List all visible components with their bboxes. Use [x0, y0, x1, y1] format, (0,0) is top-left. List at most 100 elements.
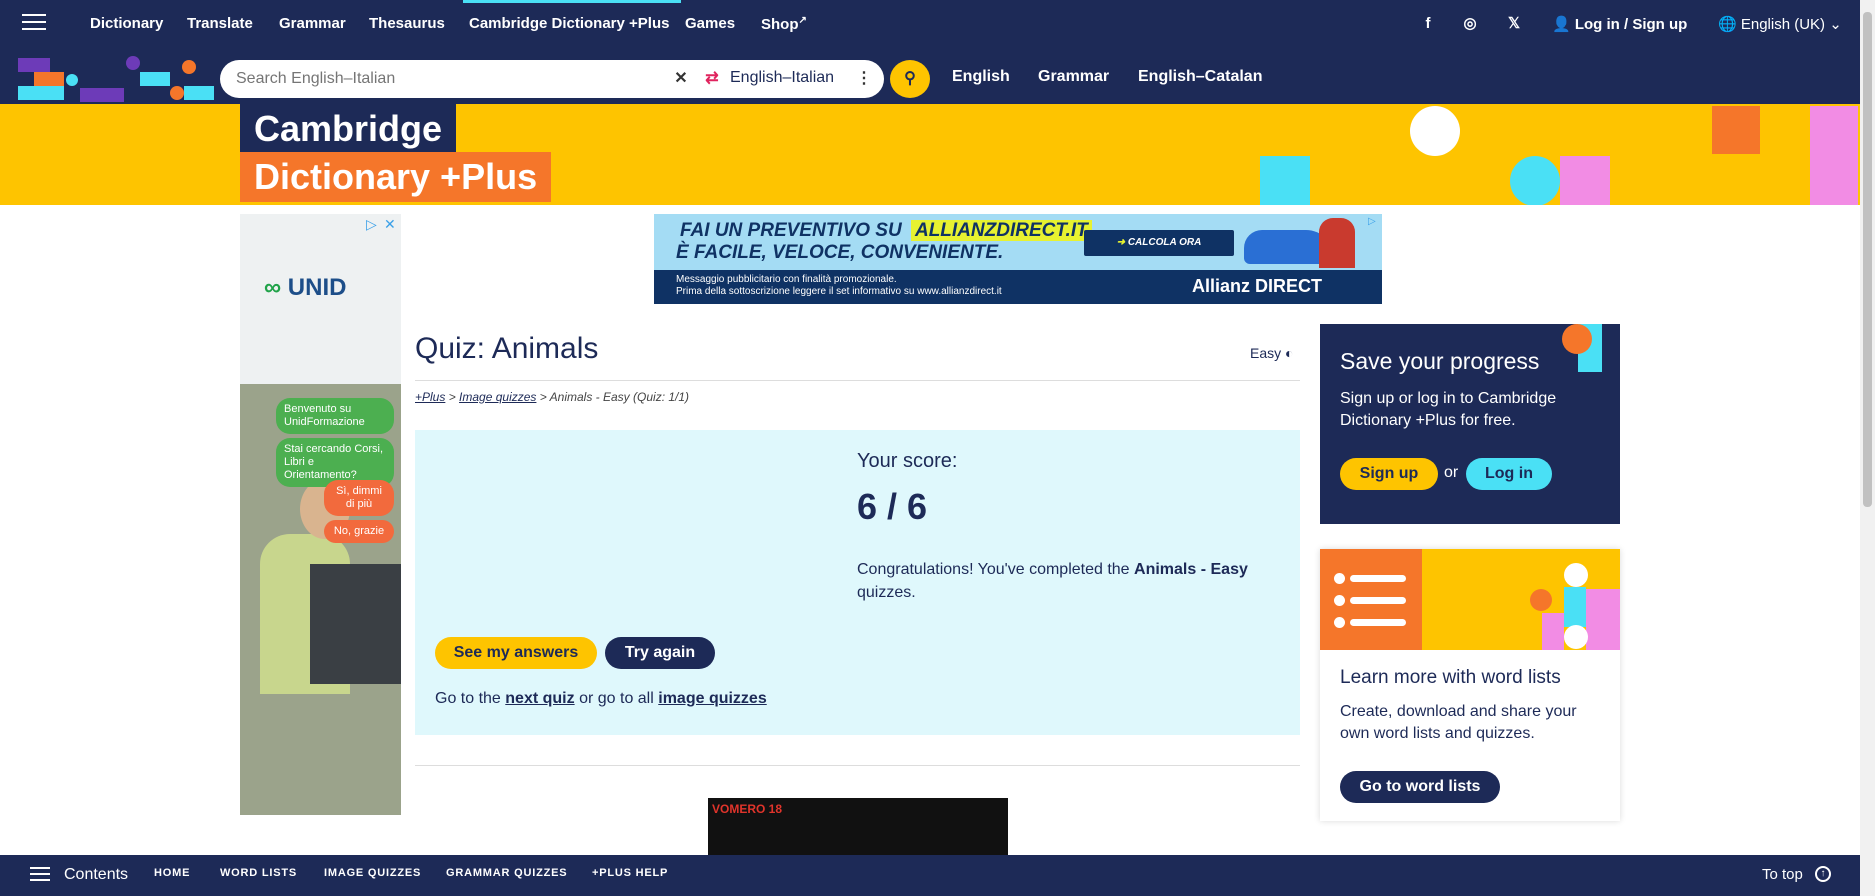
ad-disclaimer-line: Prima della sottoscrizione leggere il se… — [676, 286, 1002, 297]
score-value: 6 / 6 — [857, 486, 928, 527]
page-banner: Cambridge Dictionary +Plus — [0, 104, 1860, 205]
x-twitter-icon[interactable]: 𝕏 — [1504, 14, 1524, 34]
external-link-icon: ↗ — [798, 15, 807, 26]
decorative-square — [1260, 156, 1310, 205]
ad-subline: È FACILE, VELOCE, CONVENIENTE. — [676, 242, 1004, 263]
ad-headline: FAI UN PREVENTIVO SU ALLIANZDIRECT.IT — [676, 220, 1092, 242]
breadcrumb-current: > Animals - Easy (Quiz: 1/1) — [539, 390, 690, 404]
goto-text: Go to the — [435, 690, 501, 707]
word-lists-card: Learn more with word lists Create, downl… — [1320, 549, 1620, 821]
ad-brand: Allianz DIRECT — [1192, 276, 1323, 296]
contents-link[interactable]: Contents — [64, 866, 128, 884]
decorative-square — [1560, 156, 1610, 205]
ad-headline-text: FAI UN PREVENTIVO SU — [680, 220, 902, 241]
breadcrumb-plus[interactable]: +Plus — [415, 390, 445, 404]
scrollbar[interactable] — [1860, 0, 1875, 896]
breadcrumb-image-quizzes[interactable]: Image quizzes — [459, 390, 536, 404]
bottom-nav-home[interactable]: HOME — [154, 867, 190, 879]
save-progress-title: Save your progress — [1340, 348, 1540, 374]
bottom-nav-plus-help[interactable]: +PLUS HELP — [592, 867, 668, 879]
chevron-down-icon: ⌄ — [1825, 16, 1842, 33]
facebook-icon[interactable]: f — [1418, 14, 1438, 34]
decorative-square — [1810, 106, 1858, 205]
difficulty-level: Easy ◐ — [1250, 345, 1293, 361]
congrats-text-end: quizzes. — [857, 584, 916, 601]
word-list-icon — [1320, 549, 1422, 650]
nav-grammar[interactable]: Grammar — [279, 15, 346, 32]
language-label: English (UK) — [1740, 16, 1826, 33]
search-box: ✕ ⇄ English–Italian ⋮ — [220, 60, 884, 98]
divider — [415, 380, 1300, 381]
banner-title-line1: Cambridge — [240, 104, 457, 152]
ad-brand-name: UNID — [287, 274, 347, 301]
word-lists-title: Learn more with word lists — [1340, 667, 1561, 688]
swap-languages-icon[interactable]: ⇄ — [702, 68, 722, 90]
search-icon[interactable]: ⚲ — [890, 60, 930, 98]
ad-chat-option-yes[interactable]: Sì, dimmi di più — [324, 480, 394, 516]
instagram-icon[interactable]: ◎ — [1460, 14, 1480, 34]
nav-dictionary-plus[interactable]: Cambridge Dictionary +Plus — [462, 0, 682, 32]
see-my-answers-button[interactable]: See my answers — [435, 637, 597, 669]
ad-disclaimer: Messaggio pubblicitario con finalità pro… — [676, 274, 1002, 298]
ad-cta-label: CALCOLA ORA — [1127, 237, 1202, 248]
left-advertisement[interactable]: ▷ ✕ ∞ UNID Benvenuto su UnidFormazione S… — [240, 214, 401, 815]
sign-up-button[interactable]: Sign up — [1340, 458, 1438, 490]
ad-info-icon[interactable]: ▷ — [366, 216, 377, 233]
ad-bottom-text: VOMERO 18 — [712, 802, 783, 816]
menu-icon[interactable] — [22, 14, 46, 34]
decorative-square — [1712, 106, 1760, 154]
quiz-result-panel: Your score: 6 / 6 Congratulations! You'v… — [415, 430, 1300, 735]
quick-link-grammar[interactable]: Grammar — [1038, 68, 1109, 86]
to-top-link[interactable]: To top — [1762, 866, 1803, 883]
divider — [415, 765, 1300, 766]
quick-link-english[interactable]: English — [952, 68, 1010, 86]
log-in-button[interactable]: Log in — [1466, 458, 1552, 490]
try-again-button[interactable]: Try again — [605, 637, 715, 669]
ad-brand-logo: ∞ UNID — [264, 274, 346, 302]
decorative-circle — [1562, 324, 1592, 354]
top-navbar: Dictionary Translate Grammar Thesaurus C… — [0, 0, 1860, 52]
ad-chat-bubble: Benvenuto su UnidFormazione — [276, 398, 394, 434]
bottom-nav-image-quizzes[interactable]: IMAGE QUIZZES — [324, 867, 421, 879]
all-image-quizzes-link[interactable]: image quizzes — [658, 690, 766, 707]
dictionary-selector[interactable]: English–Italian — [730, 69, 834, 87]
contents-menu-icon[interactable] — [30, 867, 50, 885]
more-options-icon[interactable]: ⋮ — [856, 68, 872, 88]
congrats-text: Congratulations! You've completed the — [857, 561, 1130, 578]
nav-games[interactable]: Games — [685, 15, 735, 32]
ad-disclaimer-line: Messaggio pubblicitario con finalità pro… — [676, 274, 897, 285]
ad-chat-option-no[interactable]: No, grazie — [324, 520, 394, 543]
contrast-icon: ◐ — [1285, 345, 1294, 361]
ad-info-icon[interactable]: ▷ — [1368, 216, 1376, 227]
scrollbar-thumb[interactable] — [1863, 12, 1872, 507]
bottom-nav-word-lists[interactable]: WORD LISTS — [220, 867, 297, 879]
language-selector[interactable]: 🌐 English (UK) ⌄ — [1718, 15, 1842, 33]
clear-icon[interactable]: ✕ — [670, 67, 692, 91]
congratulations-text: Congratulations! You've completed the An… — [857, 558, 1277, 604]
bottom-nav-grammar-quizzes[interactable]: GRAMMAR QUIZZES — [446, 867, 567, 879]
login-signup-link[interactable]: 👤 Log in / Sign up — [1552, 15, 1687, 33]
ad-headline-brand: ALLIANZDIRECT.IT — [910, 220, 1092, 241]
breadcrumb: +Plus > Image quizzes > Animals - Easy (… — [415, 390, 690, 404]
quick-link-english-catalan[interactable]: English–Catalan — [1138, 68, 1262, 86]
ad-cta-button[interactable]: ➜ CALCOLA ORA — [1084, 230, 1234, 256]
difficulty-label: Easy — [1250, 345, 1282, 361]
arrow-up-icon[interactable]: ↑ — [1815, 866, 1831, 882]
page-title: Quiz: Animals — [415, 332, 599, 365]
nav-shop-label: Shop — [761, 16, 799, 33]
goto-text-mid: or go to all — [579, 690, 654, 707]
go-to-word-lists-button[interactable]: Go to word lists — [1340, 771, 1500, 803]
nav-dictionary[interactable]: Dictionary — [90, 15, 163, 32]
nav-thesaurus[interactable]: Thesaurus — [369, 15, 445, 32]
decorative-circle — [1510, 156, 1560, 205]
next-quiz-link[interactable]: next quiz — [505, 690, 574, 707]
search-input[interactable] — [236, 68, 676, 90]
word-lists-text: Create, download and share your own word… — [1340, 703, 1577, 742]
unid-logo-icon: ∞ — [264, 274, 282, 301]
save-progress-text: Sign up or log in to Cambridge Dictionar… — [1340, 390, 1557, 429]
nav-translate[interactable]: Translate — [187, 15, 253, 32]
bottom-advertisement[interactable]: VOMERO 18 — [708, 798, 1008, 856]
top-advertisement[interactable]: FAI UN PREVENTIVO SU ALLIANZDIRECT.IT È … — [654, 214, 1382, 304]
nav-shop[interactable]: Shop↗ — [761, 15, 807, 33]
ad-close-icon[interactable]: ✕ — [384, 216, 396, 233]
